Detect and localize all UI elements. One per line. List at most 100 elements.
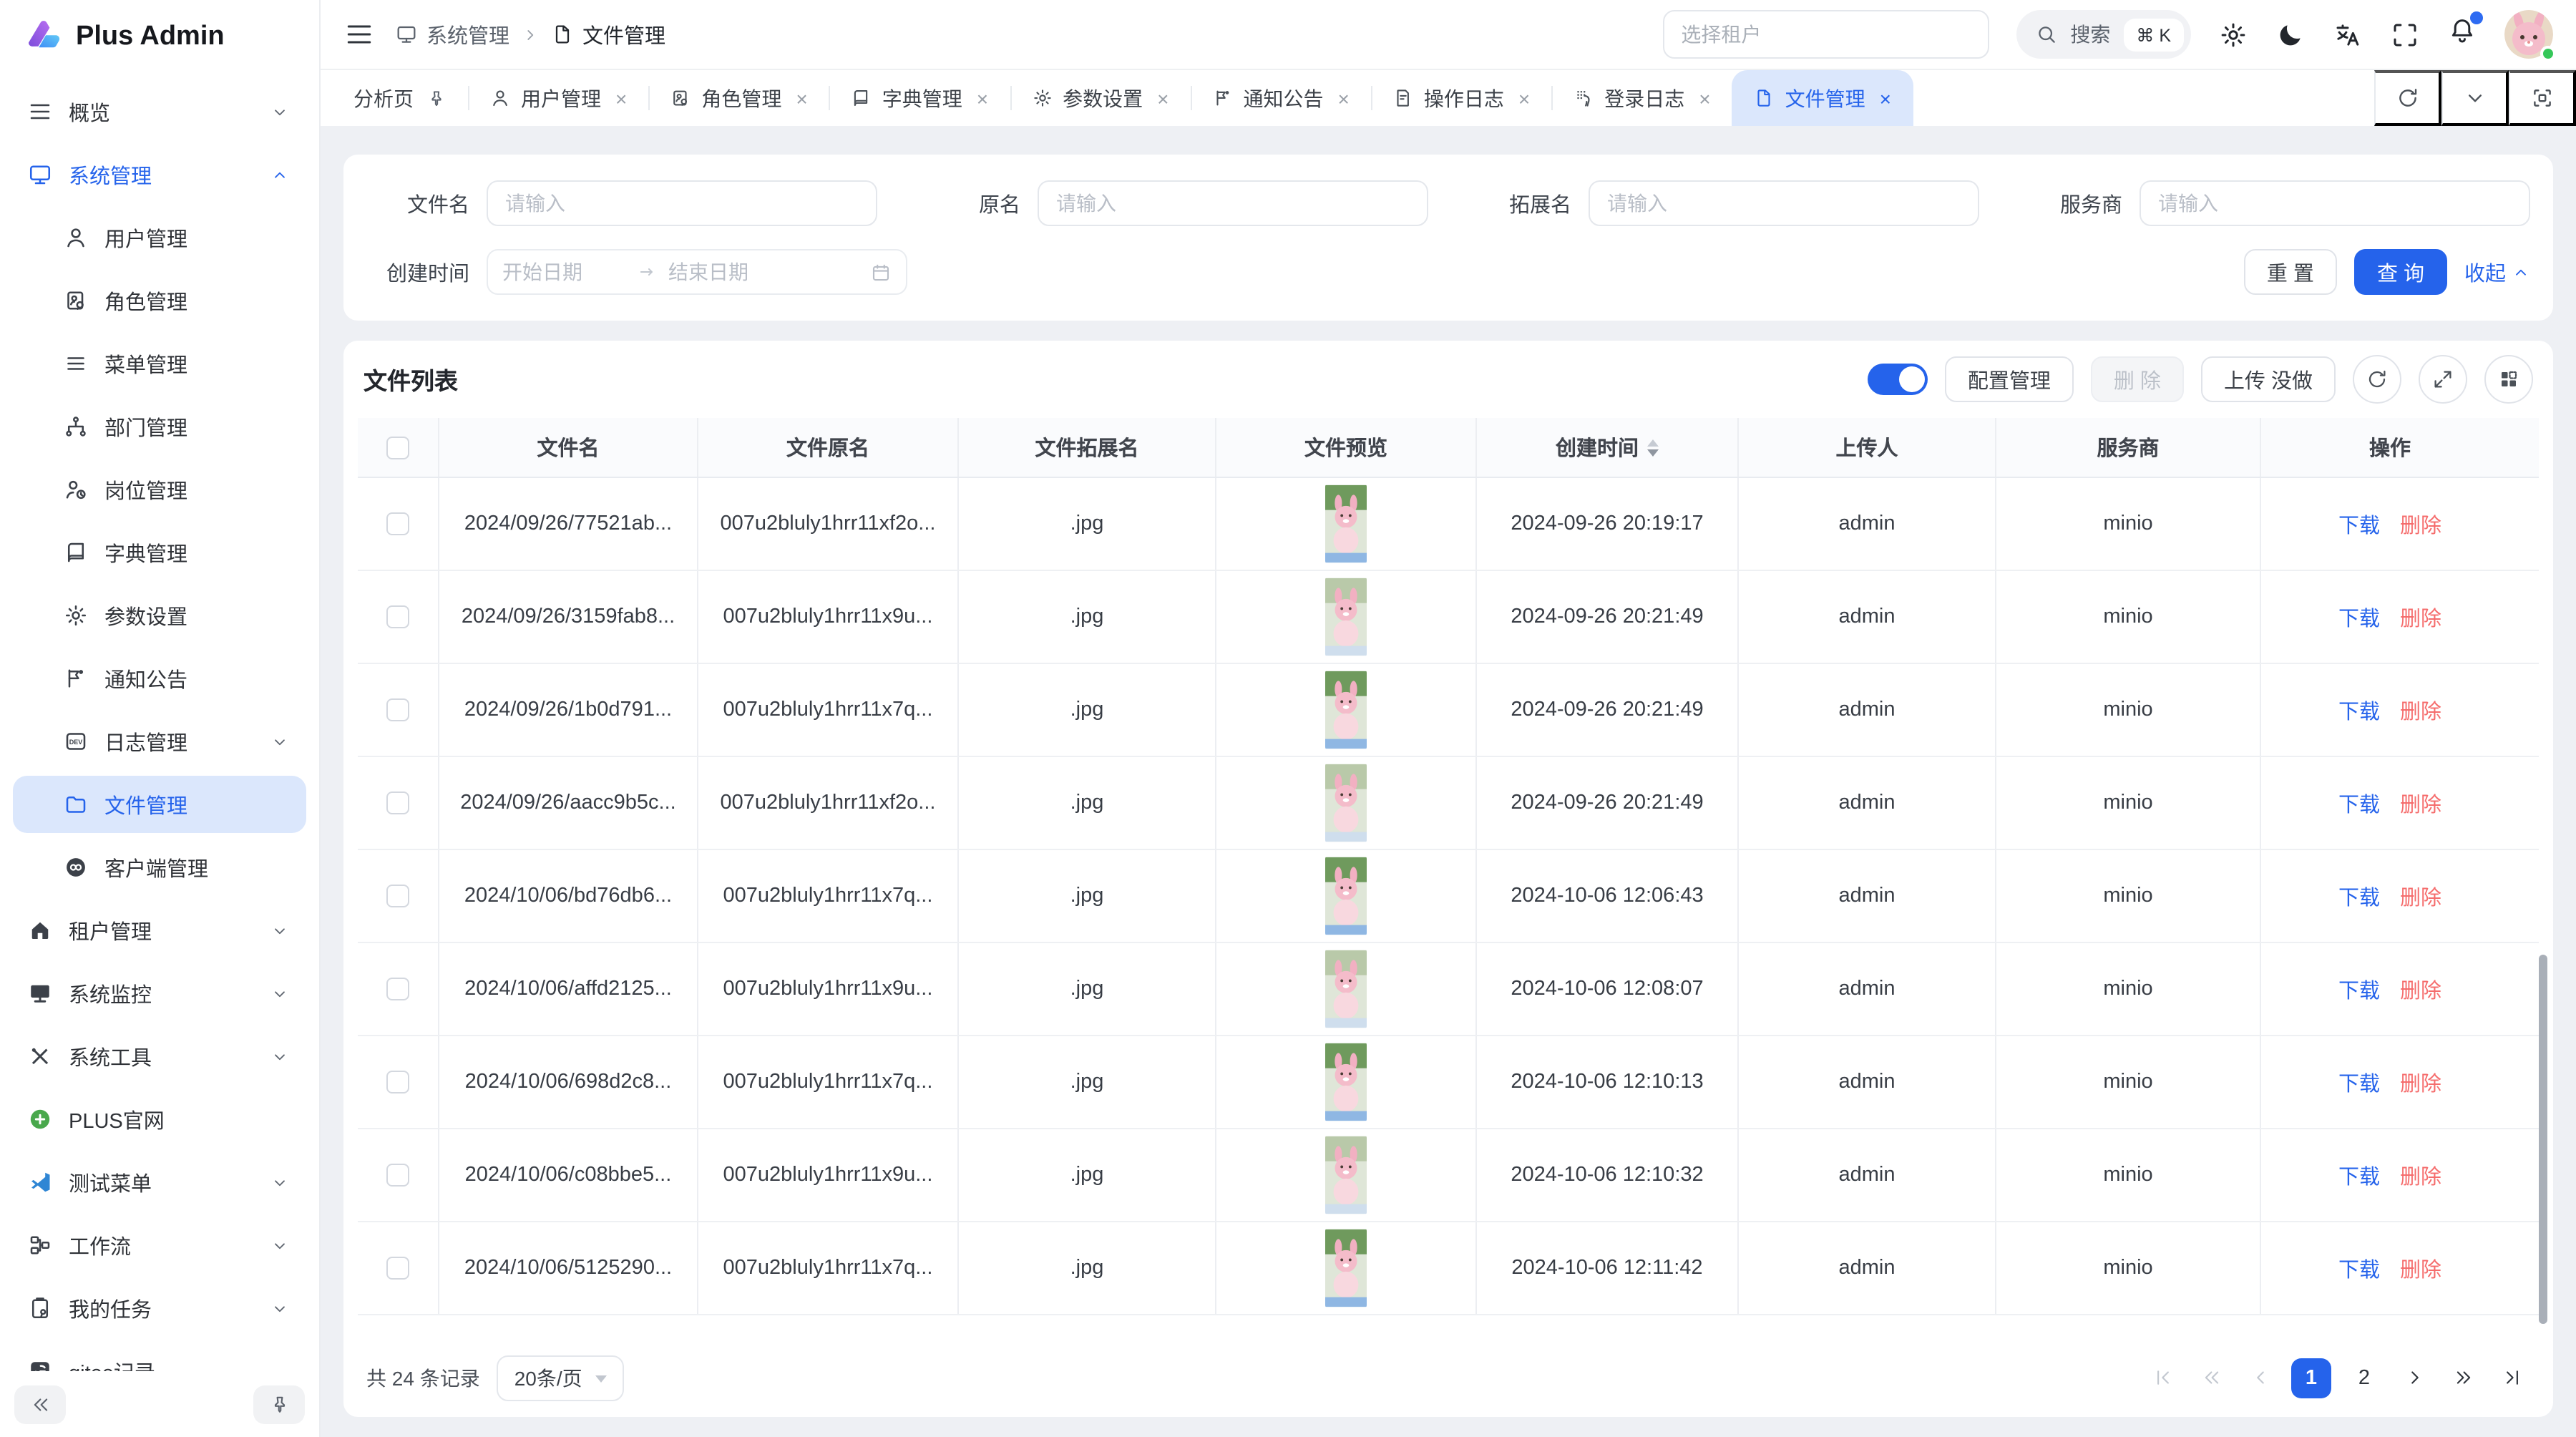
- preview-image[interactable]: [1325, 856, 1367, 936]
- download-link[interactable]: 下载: [2338, 1160, 2380, 1190]
- download-link[interactable]: 下载: [2338, 695, 2380, 725]
- sidebar-item-client[interactable]: 客户端管理: [13, 839, 306, 896]
- page-next-button[interactable]: [2397, 1360, 2433, 1395]
- tab-close-icon[interactable]: ×: [1699, 88, 1710, 108]
- sidebar-item-plus-site[interactable]: PLUS官网: [13, 1091, 306, 1148]
- sidebar-item-file[interactable]: 文件管理: [13, 776, 306, 833]
- refresh-list-button[interactable]: [2353, 355, 2401, 404]
- reset-button[interactable]: 重 置: [2244, 249, 2337, 295]
- sidebar-item-role[interactable]: 角色管理: [13, 272, 306, 329]
- sidebar-collapse-button[interactable]: [14, 1385, 66, 1423]
- tab-close-icon[interactable]: ×: [1518, 88, 1530, 108]
- preview-image[interactable]: [1325, 1135, 1367, 1215]
- fullscreen-icon[interactable]: [2390, 19, 2420, 49]
- tab-close-icon[interactable]: ×: [1338, 88, 1350, 108]
- breadcrumb-item[interactable]: 系统管理: [395, 19, 509, 49]
- column-settings-button[interactable]: [2484, 355, 2533, 404]
- page-prev-button[interactable]: [2243, 1360, 2278, 1395]
- sidebar-item-system[interactable]: 系统管理: [13, 146, 306, 203]
- upload-button[interactable]: 上传 没做: [2201, 356, 2336, 402]
- filter-input-original-name[interactable]: 请输入: [1038, 180, 1428, 226]
- tab-close-icon[interactable]: ×: [1880, 88, 1891, 108]
- tenant-select-input[interactable]: [1662, 10, 1989, 59]
- delete-link[interactable]: 删除: [2400, 509, 2441, 539]
- sidebar-pin-button[interactable]: [253, 1385, 305, 1423]
- page-last-button[interactable]: [2494, 1360, 2530, 1395]
- global-search-button[interactable]: 搜索 ⌘ K: [2016, 10, 2191, 59]
- download-link[interactable]: 下载: [2338, 788, 2380, 818]
- row-checkbox[interactable]: [386, 1071, 409, 1093]
- preview-image[interactable]: [1325, 1228, 1367, 1308]
- preview-image[interactable]: [1325, 484, 1367, 564]
- tab-close-icon[interactable]: ×: [977, 88, 988, 108]
- sidebar-item-param[interactable]: 参数设置: [13, 587, 306, 644]
- page-fast-prev-button[interactable]: [2194, 1360, 2230, 1395]
- translate-icon[interactable]: [2333, 19, 2363, 49]
- row-checkbox[interactable]: [386, 1257, 409, 1280]
- delete-link[interactable]: 删除: [2400, 788, 2441, 818]
- sort-icon[interactable]: [1647, 433, 1659, 462]
- page-fast-next-button[interactable]: [2446, 1360, 2482, 1395]
- delete-button[interactable]: 删 除: [2091, 356, 2184, 402]
- tab-menu-chevron-down-icon[interactable]: [2441, 70, 2509, 126]
- sidebar-item-monitor[interactable]: 系统监控: [13, 965, 306, 1022]
- config-manage-button[interactable]: 配置管理: [1945, 356, 2074, 402]
- settings-icon[interactable]: [2218, 19, 2248, 49]
- preview-image[interactable]: [1325, 577, 1367, 657]
- select-all-checkbox[interactable]: [386, 436, 409, 459]
- avatar[interactable]: [2504, 10, 2553, 59]
- page-number-1[interactable]: 1: [2291, 1358, 2331, 1398]
- refresh-tab-icon[interactable]: [2374, 70, 2441, 126]
- content-fullscreen-icon[interactable]: [2509, 70, 2576, 126]
- preview-image[interactable]: [1325, 763, 1367, 843]
- sidebar-item-post[interactable]: 岗位管理: [13, 461, 306, 518]
- delete-link[interactable]: 删除: [2400, 1067, 2441, 1097]
- tab-analysis[interactable]: 分析页: [332, 70, 468, 126]
- download-link[interactable]: 下载: [2338, 509, 2380, 539]
- filter-input-file-name[interactable]: 请输入: [487, 180, 877, 226]
- sidebar-item-tenant[interactable]: 租户管理: [13, 902, 306, 959]
- delete-link[interactable]: 删除: [2400, 974, 2441, 1004]
- delete-link[interactable]: 删除: [2400, 695, 2441, 725]
- sidebar-item-dept[interactable]: 部门管理: [13, 398, 306, 455]
- tab-notice[interactable]: 通知公告×: [1191, 70, 1371, 126]
- tab-role[interactable]: 角色管理×: [648, 70, 829, 126]
- page-number-2[interactable]: 2: [2344, 1358, 2384, 1398]
- download-link[interactable]: 下载: [2338, 602, 2380, 632]
- tab-close-icon[interactable]: ×: [796, 88, 807, 108]
- filter-input-provider[interactable]: 请输入: [2140, 180, 2530, 226]
- tab-user[interactable]: 用户管理×: [468, 70, 648, 126]
- sidebar-item-log[interactable]: DEV日志管理: [13, 713, 306, 770]
- created-time-range-picker[interactable]: 开始日期 结束日期: [487, 249, 907, 295]
- tab-param[interactable]: 参数设置×: [1010, 70, 1190, 126]
- tab-loginlog[interactable]: 登录日志×: [1551, 70, 1732, 126]
- tab-close-icon[interactable]: ×: [1157, 88, 1169, 108]
- filter-input-extension[interactable]: 请输入: [1589, 180, 1979, 226]
- sidebar-item-tools[interactable]: 系统工具: [13, 1028, 306, 1085]
- sidebar-item-overview[interactable]: 概览: [13, 83, 306, 140]
- search-button[interactable]: 查 询: [2354, 249, 2447, 295]
- expand-table-button[interactable]: [2419, 355, 2467, 404]
- download-link[interactable]: 下载: [2338, 1253, 2380, 1283]
- preview-image[interactable]: [1325, 1042, 1367, 1122]
- row-checkbox[interactable]: [386, 978, 409, 1000]
- row-checkbox[interactable]: [386, 512, 409, 535]
- sidebar-item-workflow[interactable]: 工作流: [13, 1217, 306, 1274]
- sidebar-item-mytask[interactable]: 我的任务: [13, 1280, 306, 1337]
- sidebar-item-notice[interactable]: 通知公告: [13, 650, 306, 707]
- moon-icon[interactable]: [2275, 19, 2306, 49]
- delete-link[interactable]: 删除: [2400, 602, 2441, 632]
- sidebar-item-dict[interactable]: 字典管理: [13, 524, 306, 581]
- row-checkbox[interactable]: [386, 605, 409, 628]
- sidebar-item-user[interactable]: 用户管理: [13, 209, 306, 266]
- row-checkbox[interactable]: [386, 885, 409, 907]
- row-checkbox[interactable]: [386, 1164, 409, 1187]
- delete-link[interactable]: 删除: [2400, 1160, 2441, 1190]
- download-link[interactable]: 下载: [2338, 881, 2380, 911]
- download-link[interactable]: 下载: [2338, 1067, 2380, 1097]
- preview-image[interactable]: [1325, 670, 1367, 750]
- breadcrumb-item[interactable]: 文件管理: [551, 19, 665, 49]
- tab-dict[interactable]: 字典管理×: [829, 70, 1010, 126]
- sidebar-item-menu[interactable]: 菜单管理: [13, 335, 306, 392]
- sidebar-item-test[interactable]: 测试菜单: [13, 1154, 306, 1211]
